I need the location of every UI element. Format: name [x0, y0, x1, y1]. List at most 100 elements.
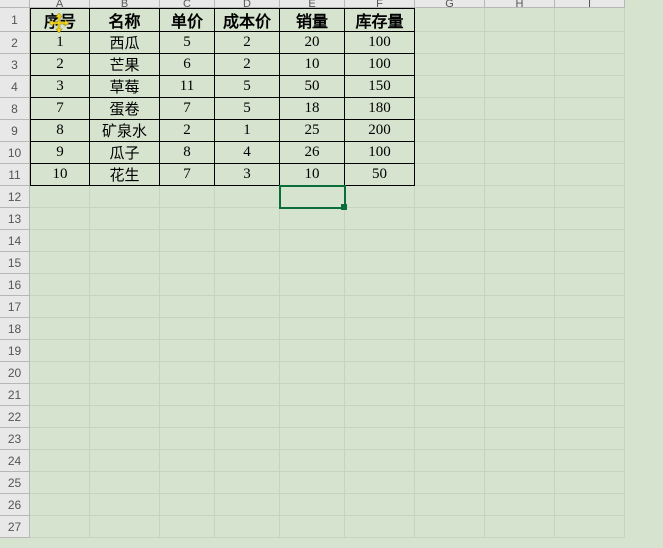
row-header-19[interactable]: 19 — [0, 340, 30, 362]
cell-F23[interactable] — [345, 428, 415, 450]
cell-H15[interactable] — [485, 252, 555, 274]
cell-E11[interactable]: 10 — [280, 164, 345, 186]
row-header-17[interactable]: 17 — [0, 296, 30, 318]
cell-F15[interactable] — [345, 252, 415, 274]
cell-H4[interactable] — [485, 76, 555, 98]
cell-A2[interactable]: 1 — [30, 32, 90, 54]
cell-C19[interactable] — [160, 340, 215, 362]
cell-H27[interactable] — [485, 516, 555, 538]
cell-A13[interactable] — [30, 208, 90, 230]
row-header-13[interactable]: 13 — [0, 208, 30, 230]
cell-E22[interactable] — [280, 406, 345, 428]
cell-A27[interactable] — [30, 516, 90, 538]
row-header-27[interactable]: 27 — [0, 516, 30, 538]
cell-B9[interactable]: 矿泉水 — [90, 120, 160, 142]
spreadsheet[interactable]: ABCDEFGHI 123489101112131415161718192021… — [0, 0, 663, 548]
cell-D26[interactable] — [215, 494, 280, 516]
cell-B23[interactable] — [90, 428, 160, 450]
column-header-C[interactable]: C — [160, 0, 215, 8]
cell-G19[interactable] — [415, 340, 485, 362]
cell-A16[interactable] — [30, 274, 90, 296]
cell-G17[interactable] — [415, 296, 485, 318]
cell-D17[interactable] — [215, 296, 280, 318]
cell-D16[interactable] — [215, 274, 280, 296]
cell-E4[interactable]: 50 — [280, 76, 345, 98]
cell-C10[interactable]: 8 — [160, 142, 215, 164]
column-header-A[interactable]: A — [30, 0, 90, 8]
cell-C27[interactable] — [160, 516, 215, 538]
row-header-11[interactable]: 11 — [0, 164, 30, 186]
cell-I19[interactable] — [555, 340, 625, 362]
cell-I17[interactable] — [555, 296, 625, 318]
cell-I22[interactable] — [555, 406, 625, 428]
cell-A11[interactable]: 10 — [30, 164, 90, 186]
fill-handle[interactable] — [341, 204, 347, 210]
cell-H10[interactable] — [485, 142, 555, 164]
cell-G16[interactable] — [415, 274, 485, 296]
cell-C24[interactable] — [160, 450, 215, 472]
cell-H11[interactable] — [485, 164, 555, 186]
cell-G27[interactable] — [415, 516, 485, 538]
cell-F27[interactable] — [345, 516, 415, 538]
cell-H9[interactable] — [485, 120, 555, 142]
cell-A15[interactable] — [30, 252, 90, 274]
cell-A10[interactable]: 9 — [30, 142, 90, 164]
row-header-21[interactable]: 21 — [0, 384, 30, 406]
row-header-14[interactable]: 14 — [0, 230, 30, 252]
row-header-18[interactable]: 18 — [0, 318, 30, 340]
cell-A23[interactable] — [30, 428, 90, 450]
cell-I3[interactable] — [555, 54, 625, 76]
cell-G13[interactable] — [415, 208, 485, 230]
cell-G24[interactable] — [415, 450, 485, 472]
cell-C12[interactable] — [160, 186, 215, 208]
cell-D20[interactable] — [215, 362, 280, 384]
cell-B11[interactable]: 花生 — [90, 164, 160, 186]
cell-A3[interactable]: 2 — [30, 54, 90, 76]
cell-E14[interactable] — [280, 230, 345, 252]
cell-A9[interactable]: 8 — [30, 120, 90, 142]
column-header-B[interactable]: B — [90, 0, 160, 8]
cell-G9[interactable] — [415, 120, 485, 142]
cell-E18[interactable] — [280, 318, 345, 340]
cell-D13[interactable] — [215, 208, 280, 230]
cell-C11[interactable]: 7 — [160, 164, 215, 186]
cell-F22[interactable] — [345, 406, 415, 428]
cell-D23[interactable] — [215, 428, 280, 450]
cell-I12[interactable] — [555, 186, 625, 208]
cell-I24[interactable] — [555, 450, 625, 472]
cell-A20[interactable] — [30, 362, 90, 384]
cell-B12[interactable] — [90, 186, 160, 208]
cell-D2[interactable]: 2 — [215, 32, 280, 54]
cell-A24[interactable] — [30, 450, 90, 472]
cell-E3[interactable]: 10 — [280, 54, 345, 76]
column-header-F[interactable]: F — [345, 0, 415, 8]
cell-H24[interactable] — [485, 450, 555, 472]
cell-D11[interactable]: 3 — [215, 164, 280, 186]
cell-H18[interactable] — [485, 318, 555, 340]
cell-H21[interactable] — [485, 384, 555, 406]
cell-G21[interactable] — [415, 384, 485, 406]
cell-F18[interactable] — [345, 318, 415, 340]
cell-F11[interactable]: 50 — [345, 164, 415, 186]
cell-A4[interactable]: 3 — [30, 76, 90, 98]
cell-F17[interactable] — [345, 296, 415, 318]
cell-B14[interactable] — [90, 230, 160, 252]
row-header-12[interactable]: 12 — [0, 186, 30, 208]
cell-E12[interactable] — [280, 186, 345, 208]
cell-G12[interactable] — [415, 186, 485, 208]
column-header-D[interactable]: D — [215, 0, 280, 8]
cell-I2[interactable] — [555, 32, 625, 54]
select-all-corner[interactable] — [0, 0, 30, 8]
cell-B20[interactable] — [90, 362, 160, 384]
cell-I4[interactable] — [555, 76, 625, 98]
cell-E2[interactable]: 20 — [280, 32, 345, 54]
cell-D10[interactable]: 4 — [215, 142, 280, 164]
cell-G8[interactable] — [415, 98, 485, 120]
row-header-25[interactable]: 25 — [0, 472, 30, 494]
cell-F25[interactable] — [345, 472, 415, 494]
cell-G14[interactable] — [415, 230, 485, 252]
cell-F16[interactable] — [345, 274, 415, 296]
cell-D18[interactable] — [215, 318, 280, 340]
cell-D8[interactable]: 5 — [215, 98, 280, 120]
cell-H19[interactable] — [485, 340, 555, 362]
